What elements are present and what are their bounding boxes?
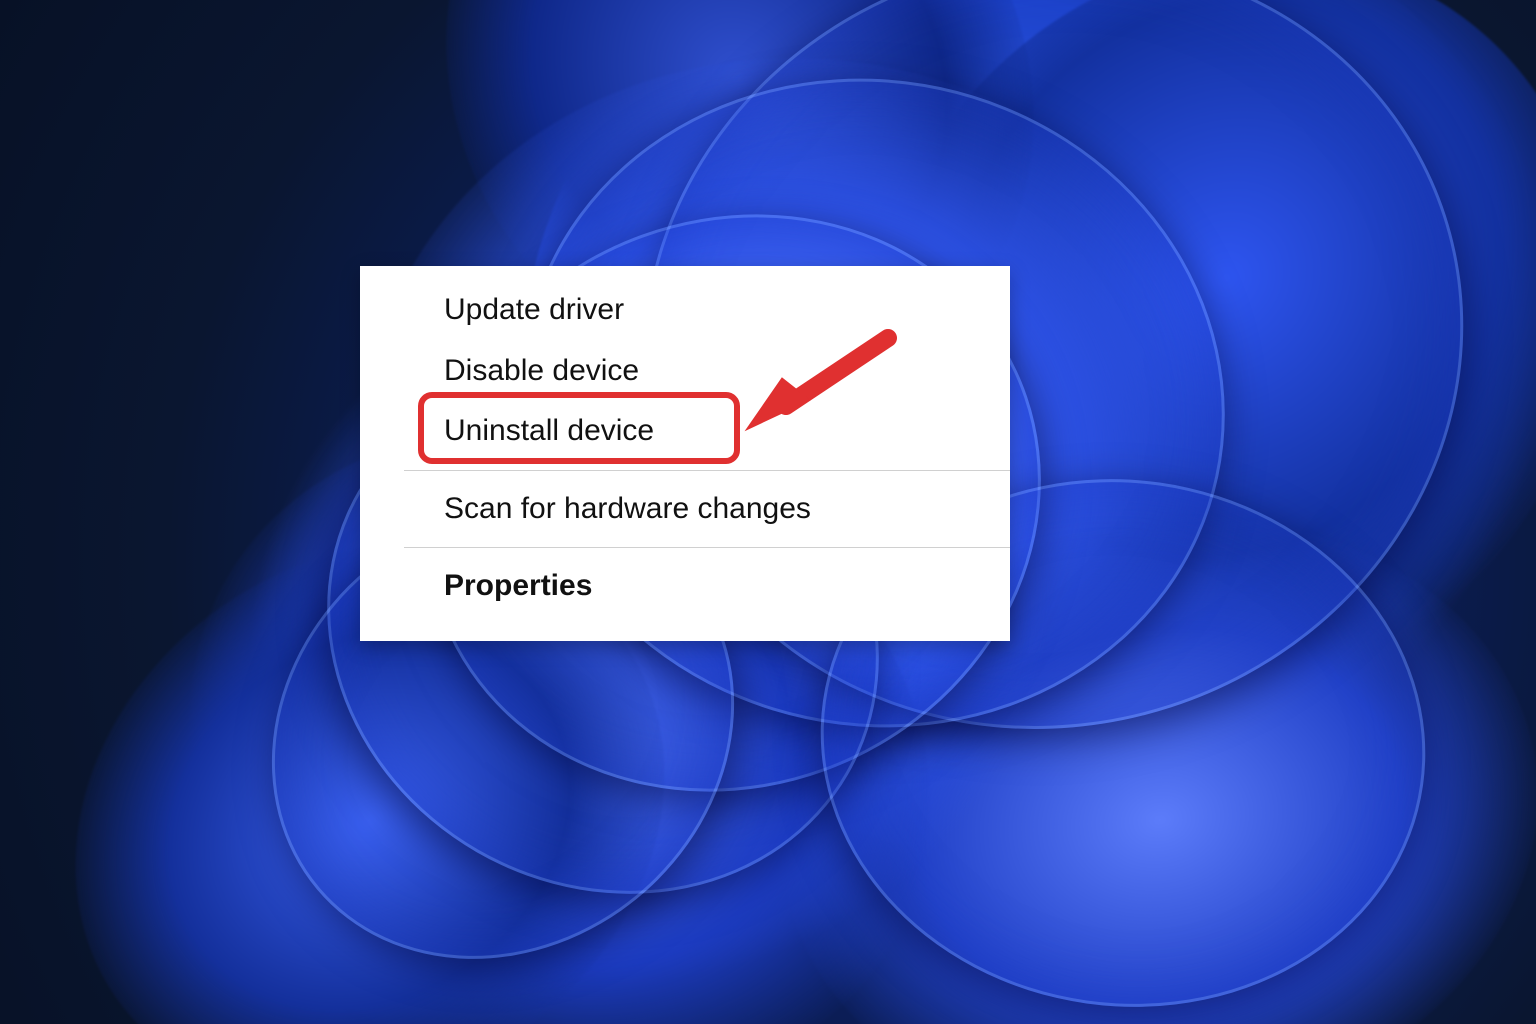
menu-item-properties[interactable]: Properties	[360, 556, 1010, 617]
menu-separator	[404, 547, 1010, 548]
menu-item-update-driver[interactable]: Update driver	[360, 280, 1010, 341]
menu-item-uninstall-device[interactable]: Uninstall device	[360, 401, 1010, 462]
desktop-background: Update driver Disable device Uninstall d…	[0, 0, 1536, 1024]
device-context-menu: Update driver Disable device Uninstall d…	[360, 266, 1010, 641]
menu-separator	[404, 470, 1010, 471]
menu-item-disable-device[interactable]: Disable device	[360, 341, 1010, 402]
menu-item-scan-hardware[interactable]: Scan for hardware changes	[360, 479, 1010, 540]
